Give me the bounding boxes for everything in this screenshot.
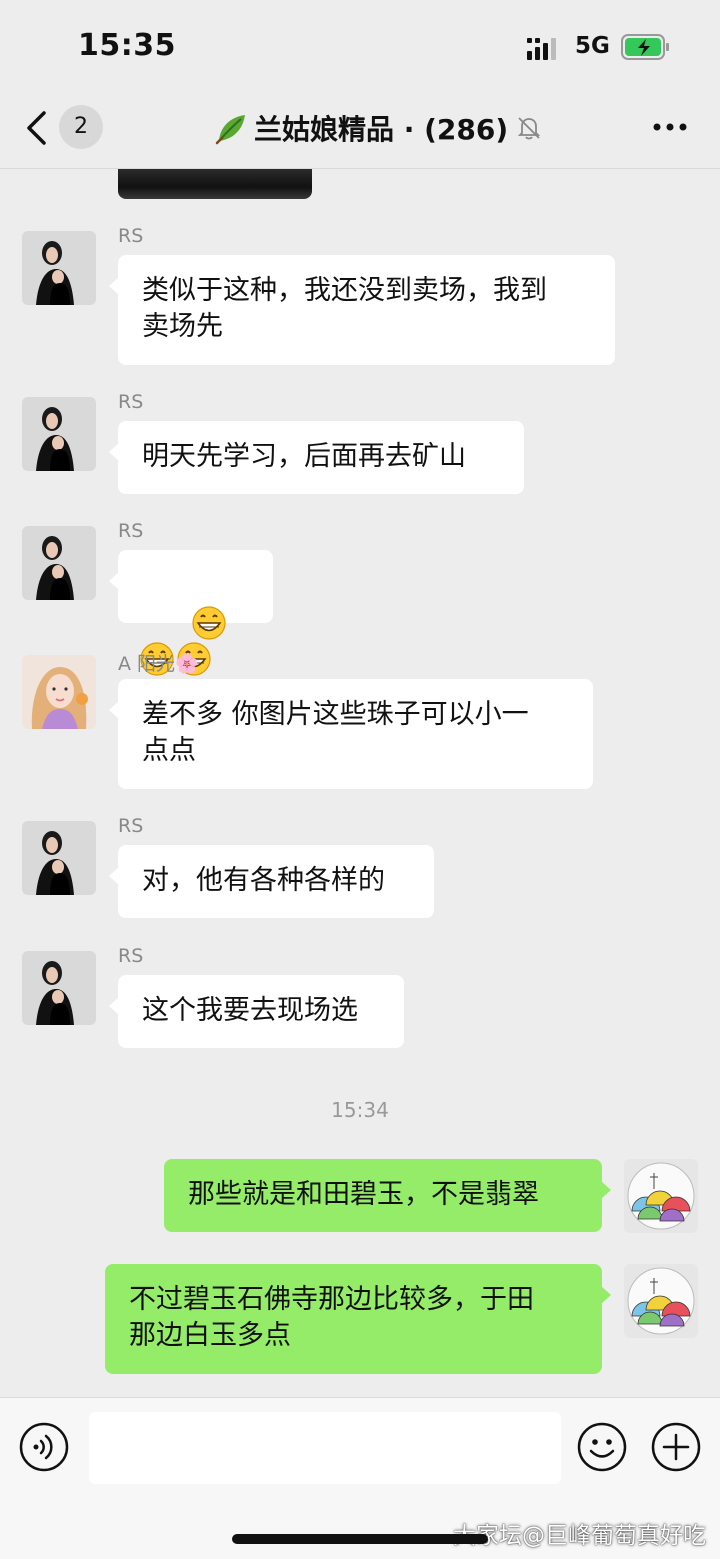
status-time: 15:35: [78, 28, 176, 63]
battery-charging-icon: [621, 34, 669, 60]
grinning-face-icon: [191, 605, 226, 640]
my-message-bubble[interactable]: 不过碧玉石佛寺那边比较多，于田 那边白玉多点: [105, 1264, 611, 1374]
avatar[interactable]: [22, 231, 96, 305]
message-bubble[interactable]: [109, 550, 273, 676]
message-bubble[interactable]: 对，他有各种各样的: [109, 845, 434, 918]
avatar[interactable]: [22, 821, 96, 895]
message-input[interactable]: [89, 1412, 561, 1484]
timestamp: 15:34: [331, 1098, 389, 1122]
sender-name: A 阳光🌸: [118, 653, 199, 675]
chat-header: 2 兰姑娘精品 · (286): [0, 96, 720, 169]
unread-count-badge[interactable]: 2: [59, 105, 103, 149]
chat-title: 兰姑娘精品 · (286): [254, 113, 509, 146]
back-arrow-icon[interactable]: [22, 110, 52, 146]
umbrella-art-icon: [624, 1159, 698, 1233]
emoji-picker-icon[interactable]: [577, 1422, 627, 1472]
user-photo-icon: [22, 526, 96, 600]
home-indicator[interactable]: [232, 1534, 488, 1544]
sender-name: RS: [118, 945, 144, 967]
message-list[interactable]: RS 类似于这种，我还没到卖场，我到 卖场先 RS 明天先学习，后面再去矿山 R…: [0, 169, 720, 1397]
user-photo-icon: [22, 951, 96, 1025]
my-avatar[interactable]: [624, 1264, 698, 1338]
status-bar: 15:35 5G: [0, 0, 720, 96]
message-bubble[interactable]: 类似于这种，我还没到卖场，我到 卖场先: [109, 255, 615, 365]
watermark: 大家坛@巨峰葡萄真好吃: [453, 1523, 706, 1549]
voice-input-icon[interactable]: [19, 1422, 69, 1472]
my-avatar[interactable]: [624, 1159, 698, 1233]
avatar[interactable]: [22, 526, 96, 600]
user-photo-icon: [22, 655, 96, 729]
message-bubble[interactable]: 差不多 你图片这些珠子可以小一 点点: [109, 679, 593, 789]
sender-name: RS: [118, 815, 144, 837]
message-bubble[interactable]: 这个我要去现场选: [109, 975, 404, 1048]
image-message-partial[interactable]: [118, 169, 312, 199]
network-type: 5G: [575, 33, 610, 59]
mute-bell-icon: [518, 117, 541, 140]
leaf-icon: [215, 115, 245, 145]
my-message-bubble[interactable]: 那些就是和田碧玉，不是翡翠: [164, 1159, 611, 1232]
user-photo-icon: [22, 231, 96, 305]
more-options-icon[interactable]: [652, 122, 688, 132]
chat-title-group[interactable]: 兰姑娘精品 · (286): [214, 108, 542, 148]
input-bar: 大家坛@巨峰葡萄真好吃: [0, 1397, 720, 1559]
add-attachment-icon[interactable]: [651, 1422, 701, 1472]
user-photo-icon: [22, 821, 96, 895]
avatar[interactable]: [22, 397, 96, 471]
signal-icon: [527, 38, 556, 60]
avatar[interactable]: [22, 655, 96, 729]
avatar[interactable]: [22, 951, 96, 1025]
sender-name: RS: [118, 391, 144, 413]
sender-name: RS: [118, 520, 144, 542]
message-bubble[interactable]: 明天先学习，后面再去矿山: [109, 421, 524, 494]
sender-name: RS: [118, 225, 144, 247]
umbrella-art-icon: [624, 1264, 698, 1338]
user-photo-icon: [22, 397, 96, 471]
